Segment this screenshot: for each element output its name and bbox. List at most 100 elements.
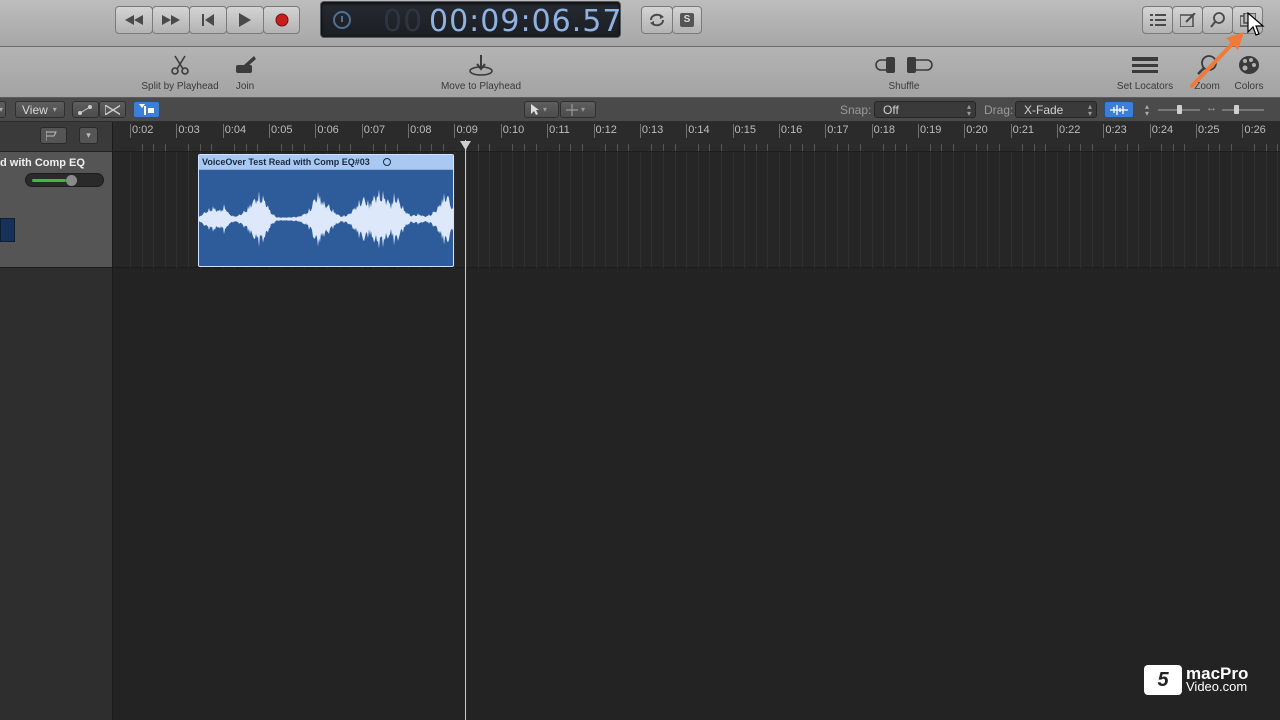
- track-menu-button[interactable]: ▾: [79, 127, 98, 144]
- snap-value: Off: [883, 102, 899, 117]
- pointer-tool-menu[interactable]: ▾: [524, 101, 559, 118]
- ruler-tick-line: [500, 124, 502, 138]
- playhead-handle-icon[interactable]: [460, 141, 471, 151]
- record-icon: [275, 13, 288, 27]
- play-button[interactable]: [226, 6, 264, 34]
- solo-button[interactable]: S: [672, 6, 702, 34]
- ruler-minor-tick: [616, 144, 618, 151]
- ruler-minor-tick: [1277, 144, 1279, 151]
- grid-line: [628, 152, 630, 268]
- cycle-button[interactable]: [641, 6, 673, 34]
- up-down-arrows-icon: ▴ ▾: [1087, 102, 1092, 118]
- grid-line: [697, 152, 699, 268]
- ruler-minor-tick: [489, 144, 491, 151]
- vertical-zoom-slider[interactable]: [1158, 105, 1200, 114]
- ruler-tick-label: 0:03: [178, 124, 200, 136]
- automation-button[interactable]: [72, 101, 99, 118]
- ruler-minor-tick: [442, 144, 444, 151]
- ruler-tick-label: 0:22: [1059, 124, 1081, 136]
- add-track-button[interactable]: [40, 127, 67, 144]
- ruler-tick-label: 0:11: [549, 124, 570, 136]
- grid-line: [674, 152, 676, 268]
- grid-line: [790, 152, 792, 268]
- ruler-minor-tick: [523, 144, 525, 151]
- grid-line: [941, 152, 943, 268]
- drag-select[interactable]: X-Fade ▴ ▾: [1015, 101, 1097, 118]
- join-button[interactable]: Join: [230, 53, 260, 92]
- waveform-zoom-button[interactable]: [1104, 101, 1134, 118]
- grid-line: [1265, 152, 1267, 268]
- rewind-icon: [125, 15, 143, 25]
- grid-line: [871, 152, 873, 268]
- volume-knob[interactable]: [66, 175, 77, 186]
- ruler-tick-line: [639, 124, 641, 138]
- go-to-beginning-button[interactable]: [189, 6, 227, 34]
- rewind-button[interactable]: [115, 6, 153, 34]
- grid-line: [454, 152, 456, 268]
- grid-line: [1010, 152, 1012, 268]
- catch-playhead-button[interactable]: [133, 101, 160, 118]
- edit-menu-button[interactable]: ▾: [0, 101, 6, 118]
- volume-slider[interactable]: [25, 173, 104, 187]
- ruler-tick-label: 0:15: [734, 124, 756, 136]
- ruler-tick-line: [964, 124, 966, 138]
- audio-region[interactable]: VoiceOver Test Read with Comp EQ#03: [198, 154, 454, 267]
- flex-button[interactable]: [99, 101, 126, 118]
- ruler-minor-tick: [1253, 144, 1255, 151]
- ruler-tick-label: 0:07: [363, 124, 386, 136]
- ruler-minor-tick: [292, 144, 294, 151]
- ruler-minor-tick: [894, 144, 896, 151]
- ruler-tick-line: [1010, 124, 1012, 138]
- ruler-tick-line: [778, 124, 780, 138]
- set-locators-label: Set Locators: [1116, 81, 1174, 92]
- set-locators-button[interactable]: Set Locators: [1115, 53, 1175, 92]
- ruler-minor-tick: [1033, 144, 1035, 151]
- ruler-tick-line: [408, 124, 410, 138]
- automation-icon: [78, 104, 92, 115]
- ruler-minor-tick: [813, 144, 815, 151]
- grid-line: [1057, 152, 1058, 268]
- grid-line: [512, 152, 514, 268]
- track-header[interactable]: [0, 152, 113, 268]
- ruler-tick-label: 0:18: [873, 124, 896, 136]
- ruler-minor-tick: [1080, 144, 1082, 151]
- command-click-tool-menu[interactable]: ▾: [560, 101, 596, 118]
- up-down-arrows-icon: ▴ ▾: [966, 102, 971, 118]
- ruler-minor-tick: [558, 144, 560, 151]
- horizontal-zoom-slider[interactable]: [1222, 105, 1264, 114]
- empty-tracks-area[interactable]: [113, 268, 1280, 720]
- ruler-minor-tick: [1045, 144, 1047, 151]
- grid-line: [187, 152, 189, 268]
- grid-line: [547, 152, 549, 268]
- clock-icon: [333, 11, 351, 29]
- lcd-display[interactable]: 00 00:09:06.57: [320, 1, 621, 39]
- toolbar: Split by Playhead Join Move to Playhead …: [0, 47, 1280, 98]
- snap-select[interactable]: Off ▴ ▾: [874, 101, 976, 118]
- ruler-minor-tick: [1184, 144, 1186, 151]
- list-editors-button[interactable]: [1142, 6, 1173, 34]
- record-button[interactable]: [263, 6, 300, 34]
- watermark: 5 macPro Video.com: [1144, 665, 1248, 695]
- ruler-tick-label: 0:09: [456, 124, 478, 136]
- move-to-playhead-button[interactable]: Move to Playhead: [440, 53, 522, 92]
- drag-value: X-Fade: [1024, 102, 1064, 117]
- shuffle-button[interactable]: Shuffle: [872, 53, 936, 92]
- view-label: View: [22, 102, 48, 117]
- slider-thumb[interactable]: [1177, 105, 1182, 114]
- fast-forward-button[interactable]: [152, 6, 190, 34]
- timeline-ruler[interactable]: 0:02 0:03 0:04 0:05 0:06 0:07 0:08 0:09 0:10 0:11…: [113, 122, 1280, 152]
- ruler-minor-tick: [755, 144, 757, 151]
- tracks-toolbar: ▾ View ▾ ▾ ▾ Snap: Off ▴ ▾ Drag: X-Fade ▴…: [0, 98, 1280, 122]
- ruler-minor-tick: [1126, 144, 1128, 151]
- list-icon: [1149, 14, 1166, 26]
- ruler-tick-line: [825, 124, 827, 138]
- ruler-tick-line: [1057, 124, 1058, 138]
- view-menu-button[interactable]: View ▾: [15, 101, 65, 118]
- slider-thumb[interactable]: [1234, 105, 1239, 114]
- grid-line: [964, 152, 966, 268]
- split-by-playhead-button[interactable]: Split by Playhead: [141, 53, 219, 92]
- ruler-minor-tick: [744, 144, 746, 151]
- ruler-tick-label: 0:17: [827, 124, 849, 136]
- ruler-minor-tick: [836, 144, 838, 151]
- playhead[interactable]: [465, 140, 466, 720]
